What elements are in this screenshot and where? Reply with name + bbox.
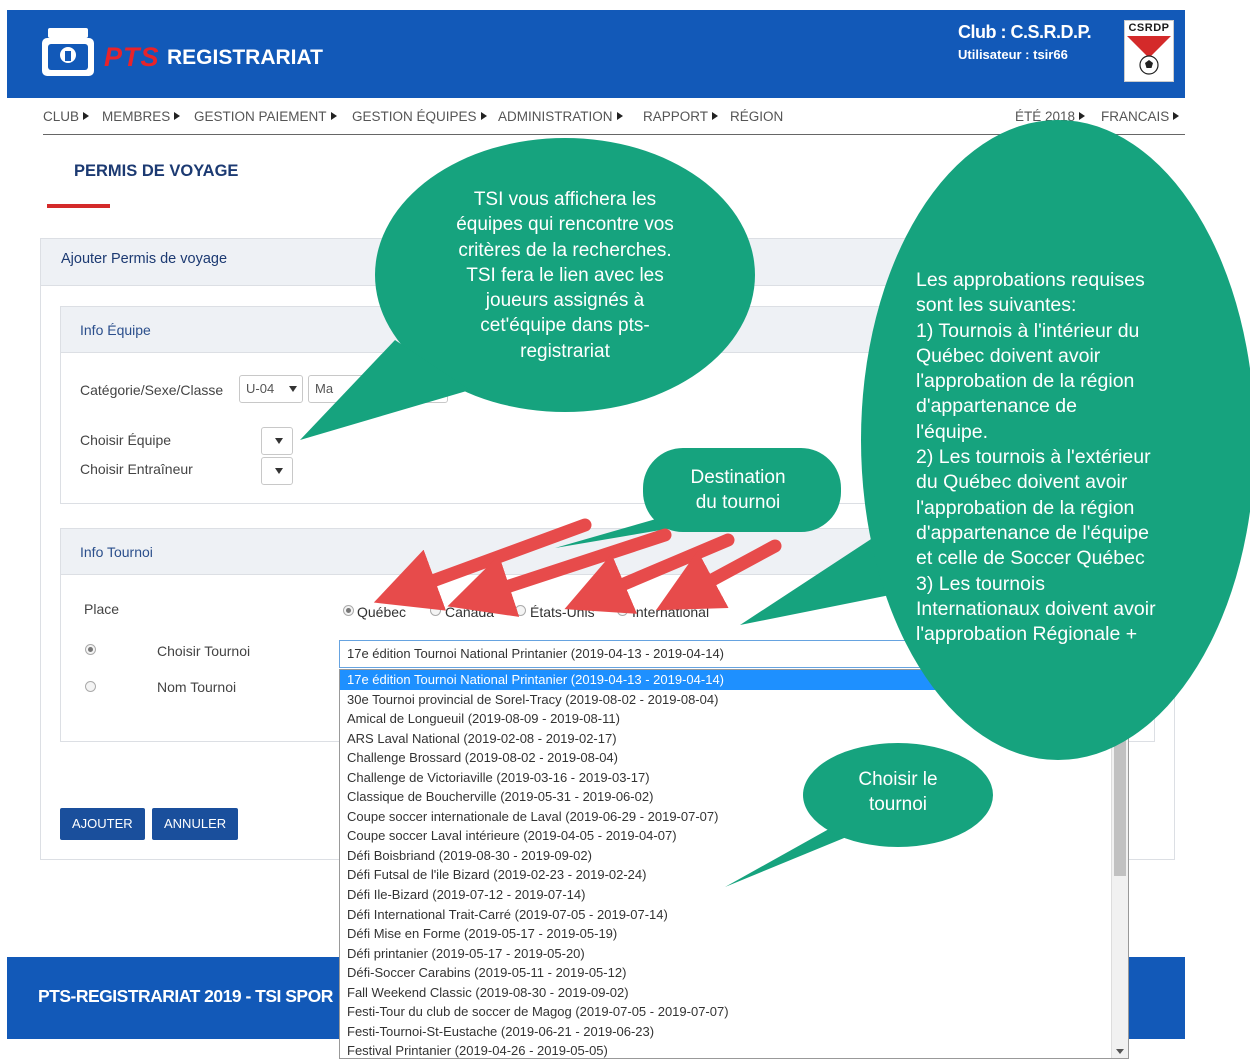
caret-right-icon bbox=[480, 112, 487, 120]
place-quebec-radio[interactable] bbox=[343, 605, 354, 616]
dropdown-option[interactable]: Défi Futsal de l'ile Bizard (2019-02-23 … bbox=[340, 865, 1128, 885]
place-international-label[interactable]: International bbox=[632, 604, 709, 620]
tournoi-dropdown-list[interactable]: 17e édition Tournoi National Printanier … bbox=[339, 669, 1129, 1059]
nom-tournoi-radio[interactable] bbox=[85, 681, 96, 692]
categorie-label: Catégorie/Sexe/Classe bbox=[80, 382, 224, 398]
page-title: PERMIS DE VOYAGE bbox=[74, 162, 239, 180]
nom-tournoi-label: Nom Tournoi bbox=[157, 679, 237, 695]
place-canada-radio[interactable] bbox=[430, 605, 441, 616]
dropdown-option[interactable]: Festi-Tour du club de soccer de Magog (2… bbox=[340, 1002, 1128, 1022]
caret-right-icon bbox=[1173, 112, 1180, 120]
scrollbar-thumb[interactable] bbox=[1114, 726, 1126, 876]
caret-down-icon bbox=[289, 386, 297, 392]
scroll-down-arrow-icon[interactable] bbox=[1116, 1049, 1124, 1054]
ajouter-button[interactable]: AJOUTER bbox=[60, 808, 145, 840]
info-tournoi-title: Info Tournoi bbox=[80, 544, 153, 560]
callout-choisir-text: Choisir le tournoi bbox=[858, 769, 938, 816]
equipe-label: Choisir Équipe bbox=[80, 432, 172, 448]
nav-administration[interactable]: ADMINISTRATION bbox=[498, 109, 623, 124]
dropdown-option[interactable]: 17e édition Tournoi National Printanier … bbox=[340, 670, 1128, 690]
entraineur-select[interactable] bbox=[261, 457, 293, 485]
dropdown-option[interactable]: Challenge de Victoriaville (2019-03-16 -… bbox=[340, 768, 1128, 788]
dropdown-scrollbar[interactable] bbox=[1111, 670, 1128, 1058]
panel-title: Ajouter Permis de voyage bbox=[61, 251, 228, 267]
equipe-select[interactable] bbox=[261, 427, 293, 455]
caret-right-icon bbox=[712, 112, 719, 120]
place-international-radio[interactable] bbox=[617, 605, 628, 616]
nav-language[interactable]: FRANCAIS bbox=[1101, 109, 1180, 124]
dropdown-option[interactable]: Défi International Trait-Carré (2019-07-… bbox=[340, 905, 1128, 925]
place-quebec-label[interactable]: Québec bbox=[357, 604, 406, 620]
caret-right-icon bbox=[174, 112, 181, 120]
nav-gestion-equipes[interactable]: GESTION ÉQUIPES bbox=[352, 109, 487, 124]
callout-destination-text: Destination du tournoi bbox=[690, 467, 786, 514]
dropdown-option[interactable]: Festival Printanier (2019-04-26 - 2019-0… bbox=[340, 1041, 1128, 1058]
caret-right-icon bbox=[83, 112, 90, 120]
dropdown-option[interactable]: ARS Laval National (2019-02-08 - 2019-02… bbox=[340, 729, 1128, 749]
place-canada-label[interactable]: Canada bbox=[445, 604, 494, 620]
dropdown-option[interactable]: Coupe soccer Laval intérieure (2019-04-0… bbox=[340, 826, 1128, 846]
club-name: Club : C.S.R.D.P. bbox=[958, 22, 1092, 42]
dropdown-option[interactable]: Défi Boisbriand (2019-08-30 - 2019-09-02… bbox=[340, 846, 1128, 866]
place-label: Place bbox=[84, 601, 120, 617]
club-info: Club : C.S.R.D.P. Utilisateur : tsir66 bbox=[958, 22, 1092, 62]
caret-down-icon bbox=[275, 438, 283, 444]
caret-right-icon bbox=[330, 112, 337, 120]
place-etats-unis-radio[interactable] bbox=[515, 605, 526, 616]
current-user: Utilisateur : tsir66 bbox=[958, 47, 1068, 62]
title-underline bbox=[47, 204, 110, 208]
caret-right-icon bbox=[1079, 112, 1086, 120]
dropdown-option[interactable]: Classique de Boucherville (2019-05-31 - … bbox=[340, 787, 1128, 807]
club-logo-text: CSRDP bbox=[1128, 22, 1170, 34]
dropdown-option[interactable]: Festi-Tournoi-St-Eustache (2019-06-21 - … bbox=[340, 1022, 1128, 1042]
categorie-select[interactable]: U-04 bbox=[239, 375, 303, 403]
nav-membres[interactable]: MEMBRES bbox=[102, 109, 181, 124]
caret-down-icon bbox=[275, 468, 283, 474]
nav-club[interactable]: CLUB bbox=[43, 109, 90, 124]
dropdown-option[interactable]: Défi printanier (2019-05-17 - 2019-05-20… bbox=[340, 944, 1128, 964]
footer-text: PTS-REGISTRARIAT 2019 - TSI SPOR bbox=[38, 986, 333, 1006]
nav-region[interactable]: RÉGION bbox=[730, 109, 783, 124]
info-equipe-title: Info Équipe bbox=[80, 322, 151, 338]
club-logo: CSRDP bbox=[1124, 20, 1174, 82]
dropdown-option[interactable]: 30e Tournoi provincial de Sorel-Tracy (2… bbox=[340, 690, 1128, 710]
choisir-tournoi-radio[interactable] bbox=[85, 644, 96, 655]
callout-approbations-text: Les approbations requises sont les suiva… bbox=[916, 269, 1156, 646]
nav-rapport[interactable]: RAPPORT bbox=[643, 109, 719, 124]
logo-pts-text: PTS bbox=[104, 42, 160, 72]
registrariat-logo-icon[interactable] bbox=[40, 26, 96, 78]
callout-equipe-text: TSI vous affichera les équipes qui renco… bbox=[456, 189, 674, 362]
annuler-button[interactable]: ANNULER bbox=[152, 808, 239, 840]
dropdown-option[interactable]: Fall Weekend Classic (2019-08-30 - 2019-… bbox=[340, 983, 1128, 1003]
place-etats-unis-label[interactable]: États-Unis bbox=[530, 604, 595, 620]
choisir-tournoi-label: Choisir Tournoi bbox=[157, 643, 251, 659]
dropdown-option[interactable]: Défi-Soccer Carabins (2019-05-11 - 2019-… bbox=[340, 963, 1128, 983]
dropdown-option[interactable]: Défi Ile-Bizard (2019-07-12 - 2019-07-14… bbox=[340, 885, 1128, 905]
caret-right-icon bbox=[616, 112, 623, 120]
dropdown-option[interactable]: Défi Mise en Forme (2019-05-17 - 2019-05… bbox=[340, 924, 1128, 944]
sexe-select[interactable]: Ma Locale bbox=[308, 375, 448, 403]
logo-registrariat-text: REGISTRARIAT bbox=[167, 46, 323, 69]
soccer-ball-icon bbox=[1127, 36, 1171, 75]
dropdown-option[interactable]: Challenge Brossard (2019-08-02 - 2019-08… bbox=[340, 748, 1128, 768]
dropdown-option[interactable]: Amical de Longueuil (2019-08-09 - 2019-0… bbox=[340, 709, 1128, 729]
nav-gestion-paiement[interactable]: GESTION PAIEMENT bbox=[194, 109, 337, 124]
entraineur-label: Choisir Entraîneur bbox=[80, 461, 193, 477]
nav-season[interactable]: ÉTÉ 2018 bbox=[1015, 109, 1086, 124]
dropdown-option[interactable]: Coupe soccer internationale de Laval (20… bbox=[340, 807, 1128, 827]
main-nav: CLUB MEMBRES GESTION PAIEMENT GESTION ÉQ… bbox=[43, 105, 1185, 135]
